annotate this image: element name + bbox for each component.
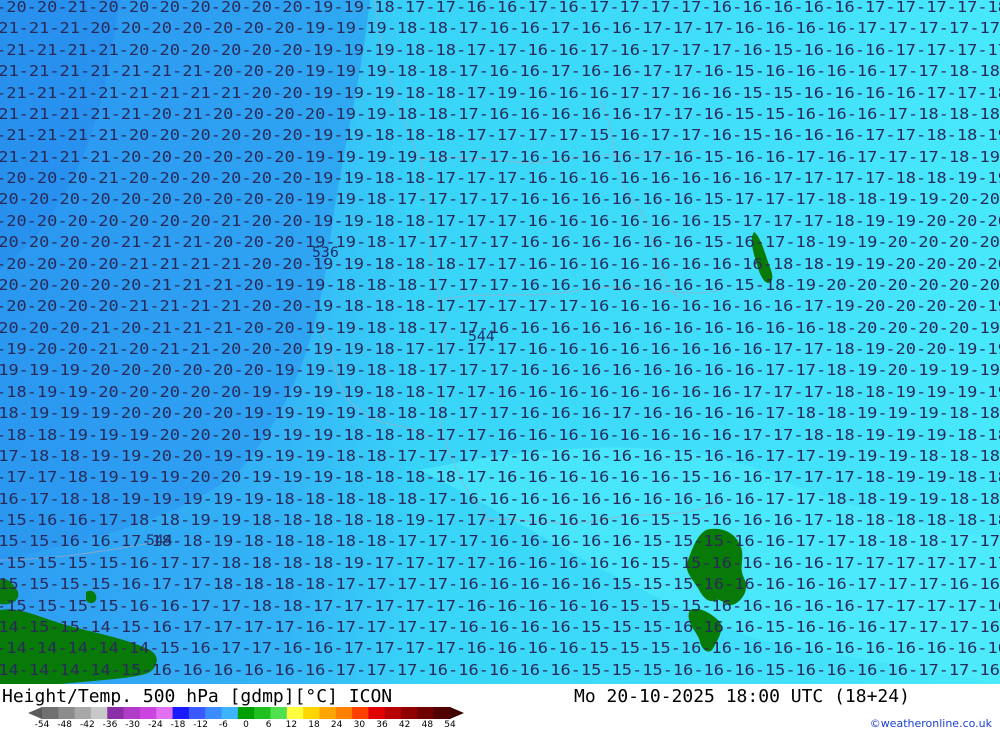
temp-label-row: -20-20-20-20-21-21-21-21-20-20-19-19-18-… bbox=[0, 255, 1000, 273]
credit-link[interactable]: ©weatheronline.co.uk bbox=[870, 717, 992, 730]
temp-label-row: -21-21-21-21-21-21-21-20-20-20-19-19-19-… bbox=[0, 62, 1000, 80]
scale-right-arrow bbox=[450, 707, 464, 719]
temp-label-row: -18-19-19-19-20-20-20-20-19-19-19-19-18-… bbox=[0, 404, 1000, 422]
temp-label-row: -19-20-20-21-20-21-21-20-20-20-19-19-18-… bbox=[0, 340, 1000, 358]
scale-swatch bbox=[42, 707, 59, 719]
temp-label-row: -21-21-21-21-21-20-21-20-20-20-20-19-19-… bbox=[0, 105, 1000, 123]
scale-swatch bbox=[156, 707, 174, 719]
temp-label-row: -14-14-14-14-15-16-16-16-16-16-16-17-17-… bbox=[0, 661, 1000, 679]
scale-swatch bbox=[123, 707, 141, 719]
temp-label-row: -17-17-18-19-19-19-20-20-19-19-19-18-18-… bbox=[0, 468, 1000, 486]
temp-label-row: -20-20-20-20-20-21-21-21-20-19-19-18-18-… bbox=[0, 276, 1000, 294]
height-label: 544 bbox=[468, 329, 495, 345]
scale-swatch bbox=[335, 707, 353, 719]
height-label: 536 bbox=[312, 245, 339, 261]
map-canvas: -20-20-21-20-20-20-20-20-20-20-19-19-18-… bbox=[0, 0, 1000, 684]
scale-label: -54 bbox=[34, 720, 50, 730]
scale-label: 6 bbox=[265, 720, 272, 730]
scale-label: -30 bbox=[125, 720, 141, 730]
scale-label: 42 bbox=[398, 720, 411, 730]
scale-swatch bbox=[107, 707, 125, 719]
scale-swatch bbox=[417, 707, 435, 719]
temp-label-row: -20-20-20-20-21-21-21-20-20-20-19-19-18-… bbox=[0, 233, 1000, 251]
temp-label-row: -21-21-21-21-21-21-21-21-20-20-19-19-19-… bbox=[0, 84, 1000, 102]
height-label: 544 bbox=[146, 533, 173, 549]
scale-left-arrow bbox=[28, 707, 42, 719]
temp-label-row: -21-21-21-21-20-20-20-20-20-20-19-19-19-… bbox=[0, 41, 1000, 59]
scale-label: 36 bbox=[376, 720, 388, 730]
scale-label: -12 bbox=[193, 720, 209, 730]
temp-label-row: -20-20-20-20-20-20-20-20-20-20-19-19-18-… bbox=[0, 190, 1000, 208]
temp-label-row: -14-14-14-14-14-15-16-17-17-16-16-17-17-… bbox=[0, 639, 1000, 657]
temp-label-row: -18-19-19-20-20-20-20-20-19-19-19-19-18-… bbox=[0, 383, 1000, 401]
scale-label: -24 bbox=[147, 720, 163, 730]
scale-swatch bbox=[172, 707, 190, 719]
temp-label-row: -20-20-20-21-20-21-21-21-20-20-19-19-18-… bbox=[0, 319, 1000, 337]
scale-swatch bbox=[368, 707, 386, 719]
scale-label: 18 bbox=[308, 720, 320, 730]
forecast-timestamp: Mo 20-10-2025 18:00 UTC (18+24) bbox=[574, 686, 910, 707]
scale-swatch bbox=[270, 707, 288, 719]
scale-label: 24 bbox=[330, 720, 343, 730]
scale-label: -6 bbox=[218, 720, 228, 730]
temp-label-row: -20-20-20-21-20-20-20-20-20-20-19-19-18-… bbox=[0, 169, 1000, 187]
temp-label-row: -18-18-19-19-19-20-20-20-19-19-19-18-18-… bbox=[0, 426, 1000, 444]
scale-label: -48 bbox=[57, 720, 73, 730]
scale-swatch bbox=[286, 707, 304, 719]
scale-swatch bbox=[74, 707, 92, 719]
temp-label-row: -17-18-18-19-19-20-20-19-19-19-19-18-18-… bbox=[0, 447, 1000, 465]
temp-label-row: -21-21-21-20-20-20-20-20-20-20-19-19-19-… bbox=[0, 19, 1000, 37]
scale-swatch bbox=[433, 707, 451, 719]
temp-label-row: -20-20-20-20-21-21-21-21-20-20-19-18-18-… bbox=[0, 297, 1000, 315]
temperature-labels: -20-20-21-20-20-20-20-20-20-20-19-19-18-… bbox=[0, 0, 1000, 679]
temp-label-row: -15-16-16-17-18-18-19-19-18-18-18-18-18-… bbox=[0, 511, 1000, 529]
scale-label: 48 bbox=[421, 720, 434, 730]
temp-label-row: -20-20-20-20-20-20-20-21-20-20-19-19-18-… bbox=[0, 212, 1000, 230]
scale-label: -36 bbox=[102, 720, 118, 730]
temp-label-row: -14-15-15-14-15-16-17-17-17-17-16-17-17-… bbox=[0, 618, 1000, 636]
temp-label-row: -21-21-21-21-20-20-20-20-20-20-19-19-18-… bbox=[0, 126, 1000, 144]
temp-label-row: -16-17-18-18-19-19-19-19-19-18-18-18-18-… bbox=[0, 490, 1000, 508]
scale-label: -42 bbox=[79, 720, 95, 730]
scale-label: 54 bbox=[444, 720, 456, 730]
temp-label-row: -15-15-15-15-16-17-17-18-18-18-18-19-17-… bbox=[0, 554, 1000, 572]
temp-label-row: -15-15-15-15-16-16-17-17-18-18-17-17-17-… bbox=[0, 597, 1000, 615]
scale-swatch bbox=[319, 707, 337, 719]
scale-swatch bbox=[401, 707, 418, 719]
scale-swatch bbox=[352, 707, 369, 719]
scale-swatch bbox=[205, 707, 223, 719]
scale-swatch bbox=[188, 707, 206, 719]
map-title: Height/Temp. 500 hPa [gdmp][°C] ICON bbox=[2, 686, 393, 707]
temp-label-row: -20-20-21-20-20-20-20-20-20-20-19-19-18-… bbox=[0, 0, 1000, 16]
scale-swatch bbox=[139, 707, 157, 719]
scale-swatch bbox=[221, 707, 239, 719]
temp-label-row: -21-21-21-21-20-20-20-20-20-20-19-19-19-… bbox=[0, 148, 1000, 166]
weather-map: -20-20-21-20-20-20-20-20-20-20-19-19-18-… bbox=[0, 0, 1000, 684]
scale-swatch bbox=[58, 707, 76, 719]
scale-label: 30 bbox=[353, 720, 366, 730]
scale-swatch bbox=[254, 707, 271, 719]
scale-swatch bbox=[90, 707, 108, 719]
scale-label: 0 bbox=[243, 720, 249, 730]
temp-label-row: -19-19-19-20-20-20-20-20-20-19-19-19-18-… bbox=[0, 361, 1000, 379]
scale-label: -18 bbox=[170, 720, 186, 730]
scale-swatch bbox=[303, 707, 320, 719]
footer-bar: Height/Temp. 500 hPa [gdmp][°C] ICON Mo … bbox=[0, 684, 1000, 733]
scale-swatch bbox=[237, 707, 255, 719]
temp-label-row: -15-15-15-15-16-17-17-18-18-18-18-17-17-… bbox=[0, 575, 1000, 593]
scale-label: 12 bbox=[285, 720, 298, 730]
scale-swatch bbox=[384, 707, 402, 719]
